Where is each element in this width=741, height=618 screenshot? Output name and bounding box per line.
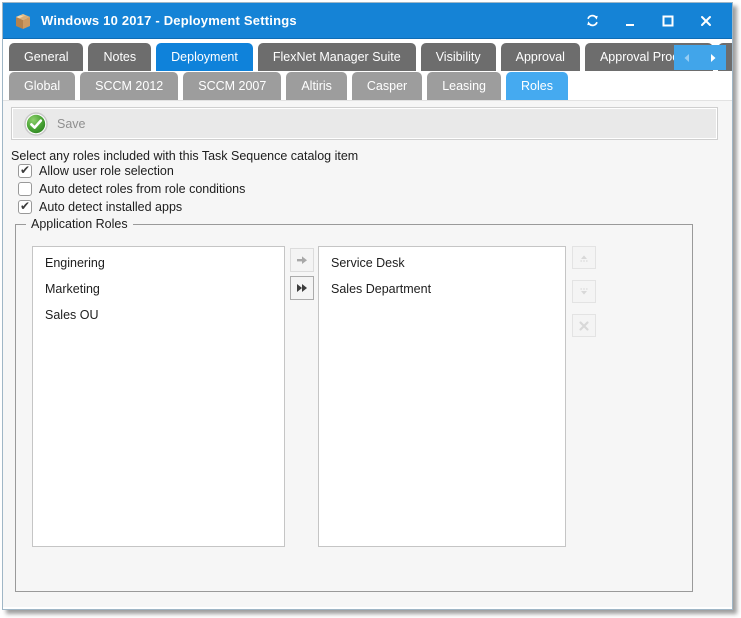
checkbox-box[interactable]: ✔ — [18, 164, 32, 178]
save-button[interactable]: Save — [11, 107, 718, 140]
secondary-tab-strip: Global SCCM 2012 SCCM 2007 Altiris Caspe… — [9, 71, 732, 100]
remove-button[interactable] — [572, 314, 596, 337]
check-mark-icon: ✔ — [20, 200, 30, 212]
tab-scroll-left-icon[interactable] — [681, 52, 693, 64]
tab-general[interactable]: General — [9, 43, 83, 71]
checkbox-box[interactable]: ✔ — [18, 200, 32, 214]
subtab-sccm-2007[interactable]: SCCM 2007 — [183, 72, 281, 100]
available-roles-list[interactable]: Enginering Marketing Sales OU — [32, 246, 285, 547]
list-item[interactable]: Service Desk — [319, 250, 565, 276]
window-controls — [584, 13, 722, 29]
checkbox-label: Allow user role selection — [39, 164, 174, 178]
move-up-button[interactable] — [572, 246, 596, 269]
close-button[interactable] — [698, 13, 714, 29]
tab-scroll-right-icon[interactable] — [707, 52, 719, 64]
tab-scroll-buttons — [674, 45, 726, 70]
subtab-sccm-2012[interactable]: SCCM 2012 — [80, 72, 178, 100]
tab-notes[interactable]: Notes — [88, 43, 151, 71]
primary-tab-strip: General Notes Deployment FlexNet Manager… — [9, 40, 732, 71]
order-buttons — [572, 246, 596, 337]
list-item[interactable]: Sales OU — [33, 302, 284, 328]
list-item[interactable]: Enginering — [33, 250, 284, 276]
deployment-settings-window: Windows 10 2017 - Deployment Settings — [2, 2, 733, 610]
titlebar[interactable]: Windows 10 2017 - Deployment Settings — [3, 3, 732, 39]
move-down-button[interactable] — [572, 280, 596, 303]
subtab-roles[interactable]: Roles — [506, 72, 568, 100]
checkbox-auto-detect-installed-apps[interactable]: ✔ Auto detect installed apps — [18, 200, 182, 214]
package-box-icon — [13, 12, 33, 30]
tab-deployment[interactable]: Deployment — [156, 43, 253, 71]
tab-visibility[interactable]: Visibility — [421, 43, 496, 71]
checkbox-allow-user-role-selection[interactable]: ✔ Allow user role selection — [18, 164, 174, 178]
tab-approval[interactable]: Approval — [501, 43, 580, 71]
green-check-circle-icon — [24, 112, 48, 136]
application-roles-group: Application Roles Enginering Marketing S… — [15, 224, 693, 592]
save-button-label: Save — [57, 117, 86, 131]
list-item[interactable]: Sales Department — [319, 276, 565, 302]
refresh-button[interactable] — [584, 13, 600, 29]
move-all-right-button[interactable] — [290, 276, 314, 300]
window-title: Windows 10 2017 - Deployment Settings — [41, 13, 584, 28]
checkbox-auto-detect-roles[interactable]: Auto detect roles from role conditions — [18, 182, 245, 196]
checkbox-box[interactable] — [18, 182, 32, 196]
groupbox-title: Application Roles — [26, 217, 133, 231]
selected-roles-list[interactable]: Service Desk Sales Department — [318, 246, 566, 547]
checkbox-label: Auto detect roles from role conditions — [39, 182, 245, 196]
instruction-text: Select any roles included with this Task… — [11, 149, 358, 163]
subtab-casper[interactable]: Casper — [352, 72, 422, 100]
check-mark-icon: ✔ — [20, 164, 30, 176]
minimize-button[interactable] — [622, 13, 638, 29]
transfer-buttons — [290, 248, 314, 300]
subtab-altiris[interactable]: Altiris — [286, 72, 347, 100]
checkbox-label: Auto detect installed apps — [39, 200, 182, 214]
move-right-button[interactable] — [290, 248, 314, 272]
subtab-global[interactable]: Global — [9, 72, 75, 100]
list-item[interactable]: Marketing — [33, 276, 284, 302]
roles-tab-content: Save Select any roles included with this… — [3, 100, 733, 607]
subtab-leasing[interactable]: Leasing — [427, 72, 501, 100]
tab-flexnet-manager-suite[interactable]: FlexNet Manager Suite — [258, 43, 416, 71]
maximize-button[interactable] — [660, 13, 676, 29]
